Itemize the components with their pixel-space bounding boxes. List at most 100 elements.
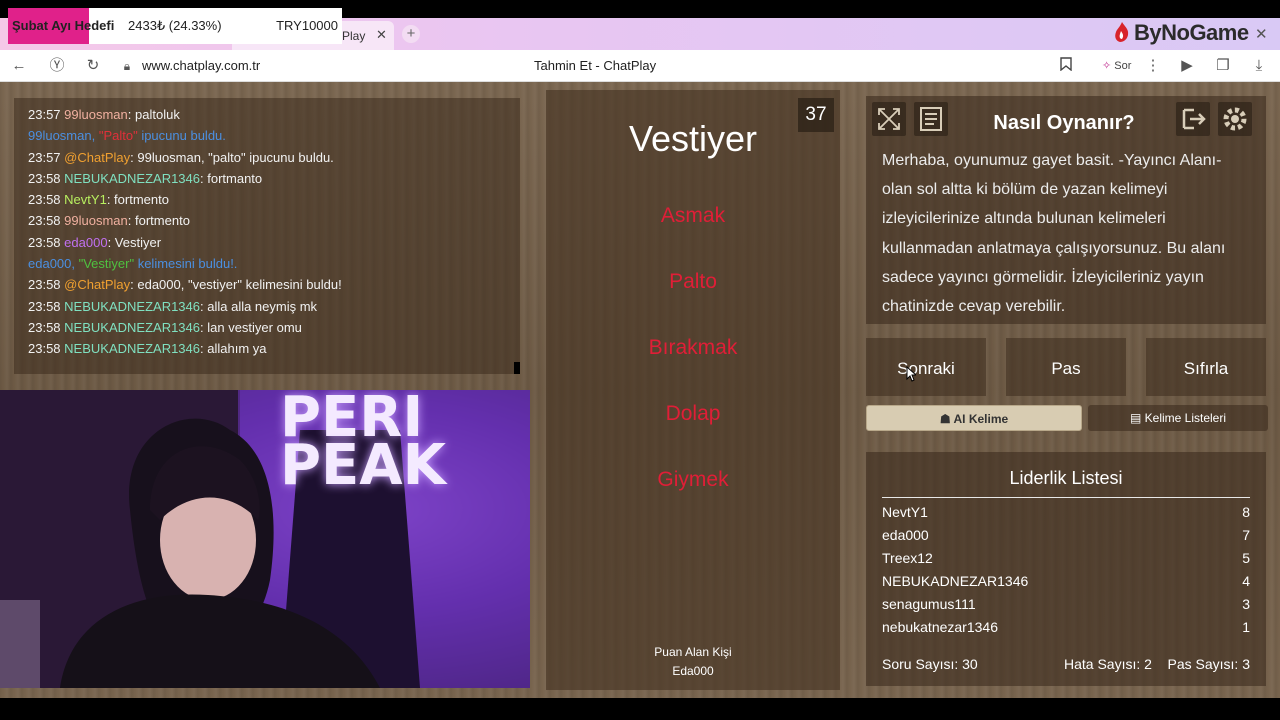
- chat-text: Vestiyer: [114, 234, 162, 250]
- chat-text: 99luosman, "palto" ipucunu buldu.: [137, 149, 334, 165]
- chat-message: 23:57 99luosman: paltoluk: [28, 104, 506, 125]
- sponsor-logo: ByNoGame: [1112, 20, 1249, 48]
- yandex-icon[interactable]: Ⓨ: [48, 57, 66, 75]
- fullscreen-icon[interactable]: [872, 102, 906, 136]
- chat-system-message: eda000, "Vestiyer" kelimesini buldu!.: [28, 253, 506, 274]
- url-field[interactable]: www.chatplay.com.tr: [142, 58, 260, 73]
- chat-username[interactable]: NEBUKADNEZAR1346: [64, 320, 200, 335]
- collections-icon[interactable]: ❐: [1214, 57, 1232, 75]
- chat-text: lan vestiyer omu: [207, 319, 302, 335]
- chat-username[interactable]: NevtY1: [64, 192, 107, 207]
- chat-username[interactable]: @ChatPlay: [64, 150, 130, 165]
- page-title: Tahmin Et - ChatPlay: [534, 58, 657, 73]
- reset-button[interactable]: Sıfırla: [1146, 338, 1266, 396]
- scorer-name: Eda000: [672, 664, 714, 678]
- chat-message: 23:58 NEBUKADNEZAR1346: allahım ya: [28, 338, 506, 359]
- webcam-feed: PERI PEAK: [0, 390, 530, 688]
- bottom-black-band: [0, 698, 1280, 720]
- media-icon[interactable]: ▶: [1178, 57, 1196, 75]
- chat-panel: 23:57 99luosman: paltoluk 99luosman, "Pal…: [14, 98, 520, 374]
- window-close-icon[interactable]: ✕: [1255, 25, 1268, 43]
- ai-word-label: AI Kelime: [953, 412, 1009, 426]
- chat-text: allahım ya: [207, 341, 267, 357]
- chat-username[interactable]: 99luosman: [64, 107, 128, 122]
- chat-separator: :: [106, 192, 115, 208]
- goal-value: 2433₺ (24.33%): [128, 18, 222, 33]
- screen: Play ✕ + Şubat Ayı Hedefi 2433₺ (24.33%)…: [0, 0, 1280, 720]
- taboo-word: Palto: [669, 270, 717, 293]
- chat-username[interactable]: NEBUKADNEZAR1346: [64, 171, 200, 186]
- chat-username[interactable]: @ChatPlay: [64, 277, 130, 292]
- player-name: NEBUKADNEZAR1346: [882, 573, 1029, 589]
- sparkle-icon: ✧: [1102, 60, 1112, 72]
- chat-separator: :: [127, 213, 136, 229]
- target-word: Vestiyer: [628, 118, 758, 159]
- sponsor-name: ByNoGame: [1134, 20, 1249, 45]
- ask-button[interactable]: ✧ Sor: [1096, 56, 1137, 76]
- game-card: [546, 90, 840, 690]
- player-score: 1: [1242, 619, 1250, 635]
- chat-text: fortmento: [135, 213, 190, 229]
- flame-icon: [1115, 22, 1129, 42]
- chat-username[interactable]: 99luosman: [64, 213, 128, 228]
- chat-message: 23:58 NEBUKADNEZAR1346: alla alla neymiş…: [28, 296, 506, 317]
- game-stats: Soru Sayısı: 30 Hata Sayısı: 2 Pas Sayıs…: [882, 656, 1250, 672]
- tab-title: Play: [342, 29, 366, 43]
- ai-word-button[interactable]: ☗ AI Kelime: [866, 405, 1082, 431]
- chat-text: eda000, "vestiyer" kelimesini buldu!: [137, 277, 342, 293]
- leaderboard-row: NevtY1 8: [882, 504, 1250, 520]
- chat-time: 23:57: [28, 149, 61, 165]
- highlighted-word: "Vestiyer": [78, 256, 135, 272]
- leaderboard-title: Liderlik Listesi: [882, 468, 1250, 498]
- chat-time: 23:58: [28, 213, 61, 229]
- player-name: nebukatnezar1346: [882, 619, 998, 635]
- leaderboard-row: NEBUKADNEZAR1346 4: [882, 573, 1250, 589]
- question-count: Soru Sayısı: 30: [882, 656, 978, 672]
- chat-username[interactable]: NEBUKADNEZAR1346: [64, 299, 200, 314]
- pass-button[interactable]: Pas: [1006, 338, 1126, 396]
- taboo-word: Asmak: [660, 204, 726, 227]
- next-button[interactable]: Sonraki: [866, 338, 986, 396]
- chat-text: paltoluk: [135, 107, 180, 122]
- chat-time: 23:58: [28, 277, 61, 293]
- player-score: 8: [1242, 504, 1250, 520]
- chat-username[interactable]: NEBUKADNEZAR1346: [64, 341, 200, 356]
- settings-gear-icon[interactable]: [1218, 102, 1252, 136]
- webcam-scene: [0, 390, 530, 688]
- chat-message: 23:58 NEBUKADNEZAR1346: lan vestiyer omu: [28, 317, 506, 338]
- bookmark-icon[interactable]: [1057, 57, 1075, 75]
- chat-time: 23:58: [28, 192, 61, 208]
- taboo-word: Bırakmak: [648, 336, 738, 359]
- word-lists-button[interactable]: ▤ Kelime Listeleri: [1088, 405, 1268, 431]
- chat-message: 23:58 eda000: Vestiyer: [28, 232, 506, 253]
- new-tab-icon[interactable]: +: [402, 25, 420, 43]
- chat-scrollbar[interactable]: [514, 362, 520, 374]
- exit-icon[interactable]: [1176, 102, 1210, 136]
- help-text: Merhaba, oyunumuz gayet basit. -Yayıncı …: [882, 152, 1226, 316]
- more-menu-icon[interactable]: ⋮: [1144, 57, 1162, 75]
- chat-message: 23:58 @ChatPlay: eda000, "vestiyer" keli…: [28, 274, 506, 295]
- list-icon: ▤: [1129, 411, 1142, 425]
- download-icon[interactable]: ⤓: [1250, 57, 1268, 75]
- highlighted-word: "Palto": [98, 128, 138, 144]
- chat-message: 23:58 NEBUKADNEZAR1346: fortmanto: [28, 168, 506, 189]
- chat-message: 23:58 99luosman: fortmento: [28, 210, 506, 231]
- tab-close-icon[interactable]: ✕: [376, 27, 387, 43]
- mouse-cursor-icon: [906, 366, 916, 382]
- chat-time: 23:58: [28, 298, 61, 314]
- reload-icon[interactable]: ↻: [84, 57, 102, 75]
- chat-username[interactable]: eda000: [64, 235, 107, 250]
- goal-label: Şubat Ayı Hedefi: [12, 18, 115, 33]
- leaderboard-row: Treex12 5: [882, 550, 1250, 566]
- notes-icon[interactable]: [914, 102, 948, 136]
- chat-message: 23:58 NevtY1: fortmento: [28, 189, 506, 210]
- neon-line-2: PEAK: [280, 433, 447, 498]
- player-score: 7: [1242, 527, 1250, 543]
- player-name: NevtY1: [882, 504, 928, 520]
- taboo-word: Dolap: [665, 402, 721, 425]
- chat-text: fortmanto: [207, 170, 263, 186]
- chat-time: 23:58: [28, 341, 61, 357]
- leaderboard-row: nebukatnezar1346 1: [882, 619, 1250, 635]
- back-icon[interactable]: ←: [10, 57, 28, 75]
- system-text: ipucunu buldu.: [137, 128, 226, 144]
